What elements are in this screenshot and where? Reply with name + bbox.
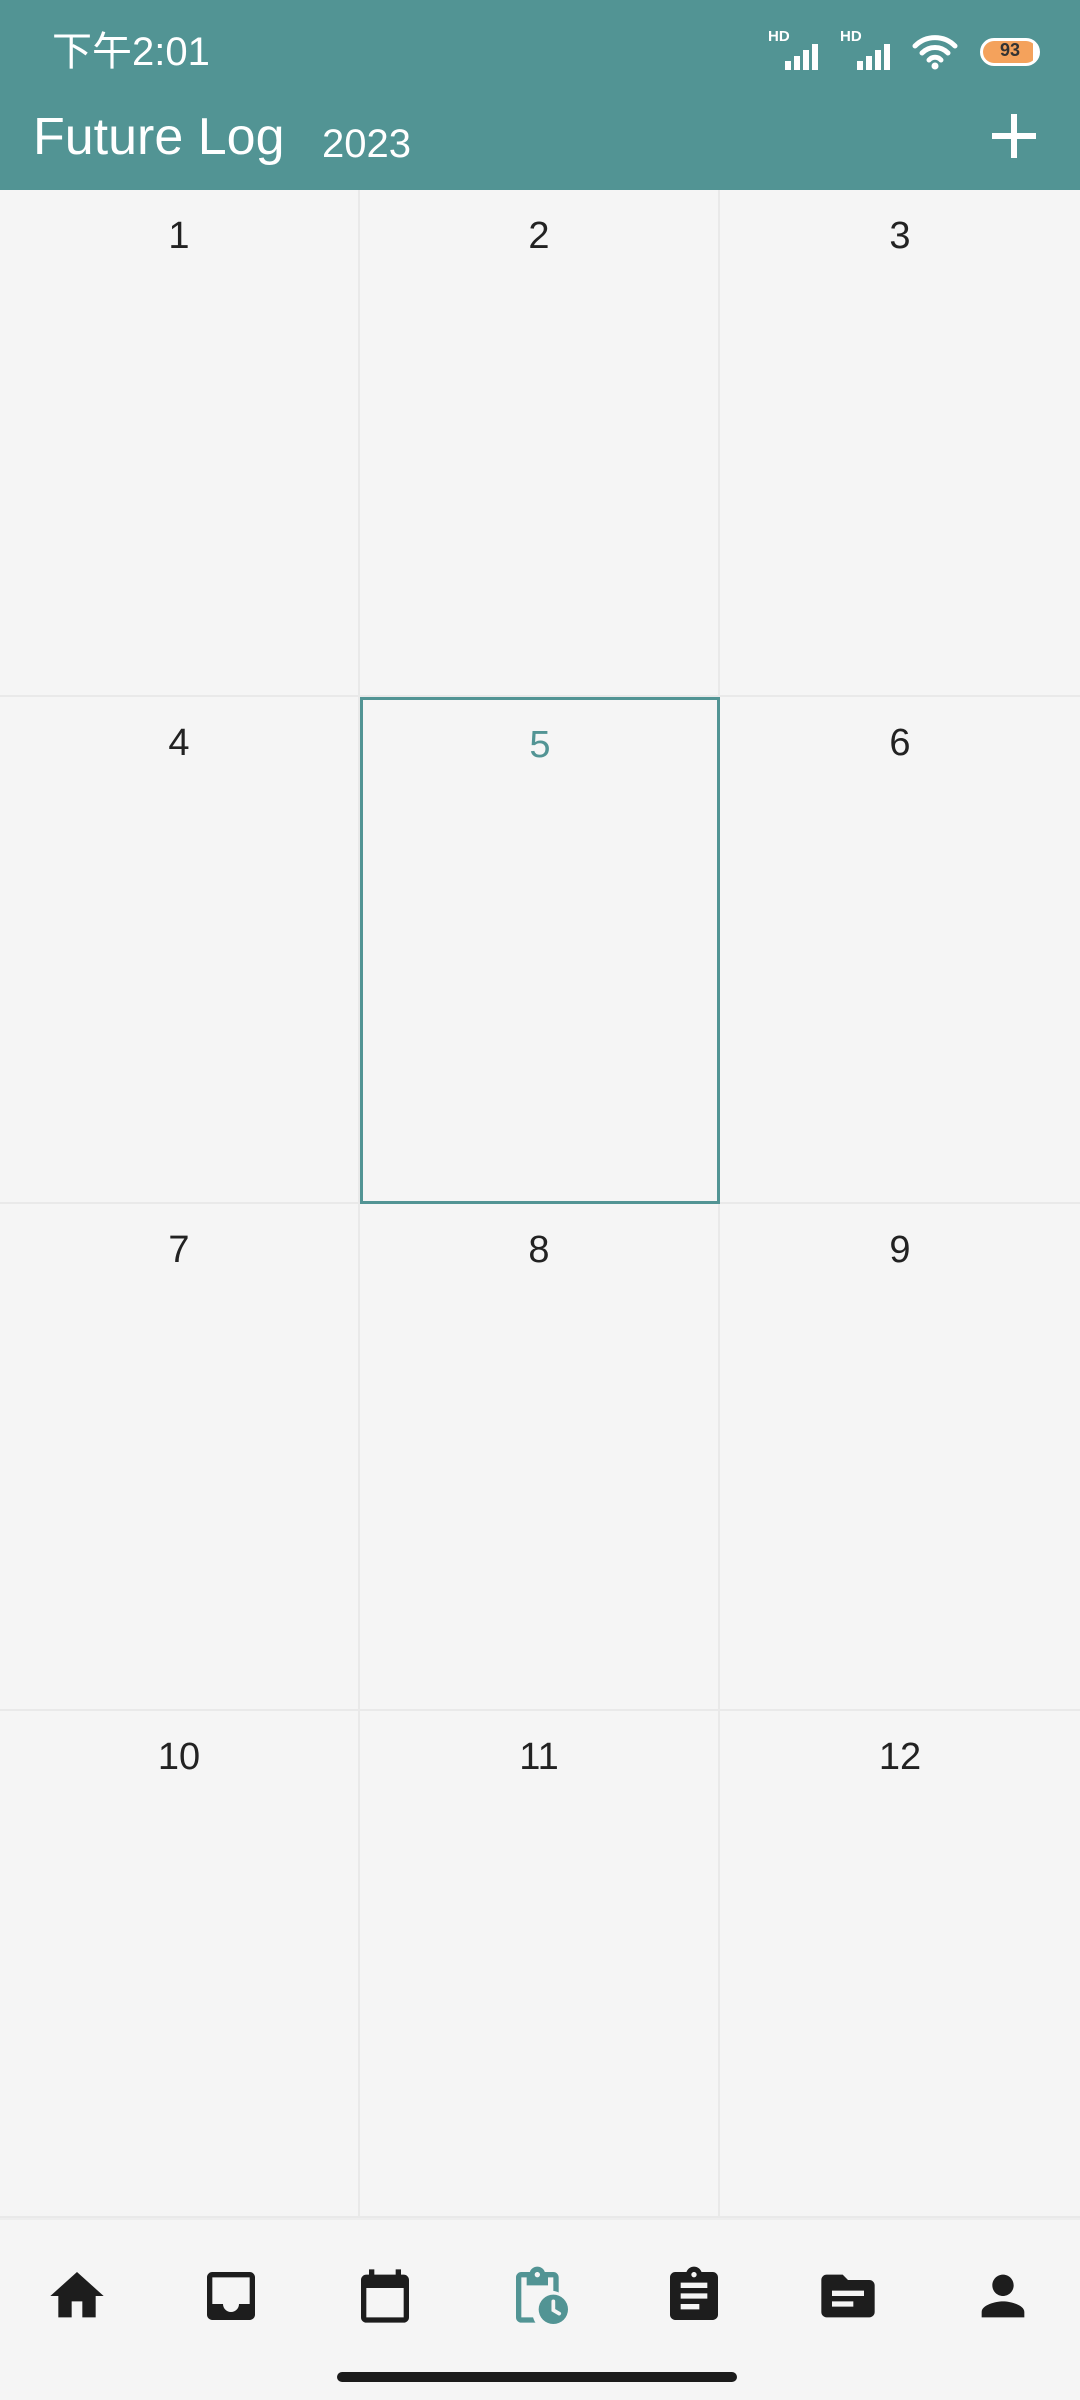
status-time: 下午2:01	[52, 30, 210, 74]
month-label: 10	[157, 1736, 201, 1778]
battery-level: 93	[999, 40, 1021, 60]
inbox-icon	[207, 2272, 255, 2320]
nav-calendar[interactable]	[345, 2256, 425, 2336]
nav-tasks[interactable]	[654, 2256, 734, 2336]
month-cell-5-selected[interactable]: 5	[360, 697, 720, 1204]
month-label: 1	[168, 215, 190, 257]
status-icons: HD HD 93	[768, 28, 1040, 74]
clipboard-clock-icon	[516, 2266, 568, 2324]
wifi-icon	[912, 35, 958, 70]
cellular-signal-icon-2: HD	[840, 28, 890, 74]
month-cell-9[interactable]: 9	[720, 1204, 1080, 1711]
battery-icon: 93	[980, 38, 1040, 66]
month-grid: 1 2 3 4 5 6 7 8 9 10 11 12	[0, 190, 1080, 2218]
calendar-icon	[361, 2269, 409, 2323]
hd-label: HD	[768, 28, 790, 45]
month-label: 3	[889, 215, 911, 257]
month-label: 11	[519, 1736, 559, 1778]
month-cell-3[interactable]: 3	[720, 190, 1080, 697]
month-cell-11[interactable]: 11	[360, 1711, 720, 2218]
nav-collections[interactable]	[808, 2256, 888, 2336]
month-cell-1[interactable]: 1	[0, 190, 360, 697]
month-cell-2[interactable]: 2	[360, 190, 720, 697]
person-icon	[981, 2274, 1025, 2318]
nav-inbox[interactable]	[191, 2256, 271, 2336]
month-label: 4	[168, 722, 190, 764]
month-label: 5	[529, 724, 551, 766]
home-icon	[50, 2272, 104, 2318]
app-header: 下午2:01 HD HD 93 Future Log 2023	[0, 0, 1080, 190]
month-label: 6	[889, 722, 911, 764]
month-label: 12	[878, 1736, 922, 1778]
month-label: 7	[168, 1229, 190, 1271]
month-cell-8[interactable]: 8	[360, 1204, 720, 1711]
month-cell-12[interactable]: 12	[720, 1711, 1080, 2218]
month-label: 2	[528, 215, 550, 257]
year-label[interactable]: 2023	[322, 116, 411, 172]
home-indicator[interactable]	[337, 2372, 737, 2382]
cellular-signal-icon: HD	[768, 28, 818, 74]
month-cell-7[interactable]: 7	[0, 1204, 360, 1711]
month-cell-4[interactable]: 4	[0, 697, 360, 1204]
add-button[interactable]	[988, 110, 1040, 162]
month-label: 8	[528, 1229, 550, 1271]
page-title: Future Log	[33, 108, 285, 166]
folder-icon	[821, 2274, 875, 2318]
hd-label-2: HD	[840, 28, 862, 45]
month-label: 9	[889, 1229, 911, 1271]
nav-future-log[interactable]	[500, 2256, 580, 2336]
assignment-icon	[670, 2266, 718, 2320]
nav-home[interactable]	[37, 2256, 117, 2336]
month-cell-10[interactable]: 10	[0, 1711, 360, 2218]
month-cell-6[interactable]: 6	[720, 697, 1080, 1204]
nav-profile[interactable]	[963, 2256, 1043, 2336]
